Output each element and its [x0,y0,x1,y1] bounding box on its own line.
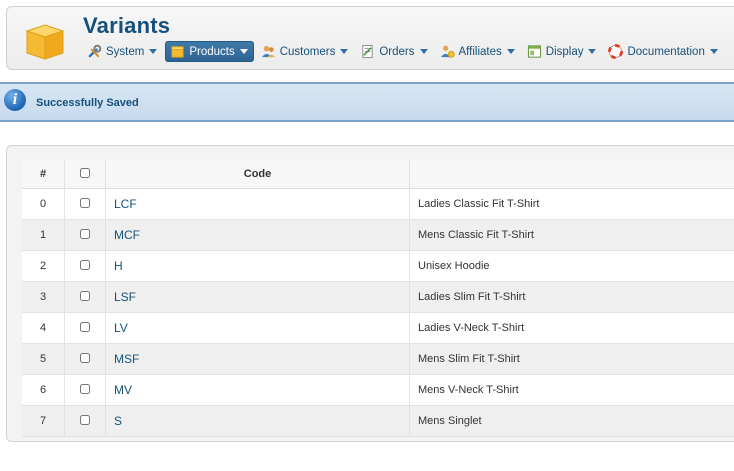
variant-code-link[interactable]: MV [114,383,132,397]
success-message-bar: i Successfully Saved [0,82,734,122]
description-cell: Ladies Slim Fit T-Shirt [410,282,734,313]
variants-panel: # Code 0 LCF Ladies Classic Fit T-Shirt … [6,145,734,442]
row-checkbox[interactable] [80,352,90,363]
menu-system-label: System [106,45,145,58]
variants-table: # Code 0 LCF Ladies Classic Fit T-Shirt … [22,160,734,437]
lifebuoy-icon [608,44,624,59]
row-number: 6 [22,375,65,406]
menu-display-label: Display [545,45,584,58]
row-select-cell [65,282,106,313]
table-row: 3 LSF Ladies Slim Fit T-Shirt [22,282,734,313]
table-row: 7 S Mens Singlet [22,406,734,437]
row-number: 2 [22,251,65,282]
success-message-text: Successfully Saved [36,97,139,109]
menu-products-label: Products [189,45,235,58]
code-cell: MV [106,375,410,406]
box-icon [25,24,65,60]
row-number: 4 [22,313,65,344]
row-checkbox[interactable] [80,414,90,425]
description-cell: Unisex Hoodie [410,251,734,282]
code-cell: H [106,251,410,282]
description-cell: Mens Singlet [410,406,734,437]
row-number: 3 [22,282,65,313]
table-row: 5 MSF Mens Slim Fit T-Shirt [22,344,734,375]
row-number: 0 [22,189,65,220]
description-cell: Mens Slim Fit T-Shirt [410,344,734,375]
chevron-down-icon [239,49,248,54]
row-select-cell [65,189,106,220]
row-select-cell [65,344,106,375]
chevron-down-icon [709,49,718,54]
menu-documentation-label: Documentation [627,45,705,58]
variant-code-link[interactable]: LSF [114,290,136,304]
column-header-num[interactable]: # [22,160,65,189]
code-cell: MCF [106,220,410,251]
people-icon [261,45,275,58]
chevron-down-icon [588,49,597,54]
menu-affiliates[interactable]: Affiliates [436,42,520,62]
description-cell: Mens Classic Fit T-Shirt [410,220,734,251]
row-checkbox[interactable] [80,290,90,301]
row-select-cell [65,406,106,437]
box-icon [171,46,184,58]
row-select-cell [65,313,106,344]
description-cell: Mens V-Neck T-Shirt [410,375,734,406]
row-checkbox[interactable] [80,383,90,394]
code-cell: MSF [106,344,410,375]
table-header-row: # Code [22,160,734,189]
table-row: 0 LCF Ladies Classic Fit T-Shirt [22,189,734,220]
row-select-cell [65,375,106,406]
affiliate-icon [440,45,455,58]
variant-code-link[interactable]: MSF [114,352,139,366]
row-number: 5 [22,344,65,375]
menu-orders[interactable]: Orders [356,42,432,62]
menu-customers-label: Customers [279,45,336,58]
code-cell: LV [106,313,410,344]
variant-code-link[interactable]: LCF [114,197,137,211]
menu-products[interactable]: Products [165,41,254,62]
row-number: 1 [22,220,65,251]
chevron-down-icon [506,49,515,54]
code-cell: S [106,406,410,437]
code-cell: LSF [106,282,410,313]
code-cell: LCF [106,189,410,220]
menu-system[interactable]: System [83,42,162,62]
row-select-cell [65,251,106,282]
select-all-checkbox[interactable] [80,168,90,178]
row-checkbox[interactable] [80,321,90,332]
wrench-icon [88,44,102,58]
variant-code-link[interactable]: LV [114,321,128,335]
display-icon [527,45,541,58]
info-icon: i [4,89,26,111]
row-checkbox[interactable] [80,197,90,208]
description-cell: Ladies V-Neck T-Shirt [410,313,734,344]
chevron-down-icon [149,49,158,54]
variant-code-link[interactable]: H [114,259,123,273]
header-panel: Variants System Products Customers Order… [6,6,734,70]
column-header-description [410,160,734,189]
menu-documentation[interactable]: Documentation [604,42,722,62]
chevron-down-icon [340,49,349,54]
menu-display[interactable]: Display [523,42,602,62]
description-cell: Ladies Classic Fit T-Shirt [410,189,734,220]
table-row: 4 LV Ladies V-Neck T-Shirt [22,313,734,344]
menu-affiliates-label: Affiliates [458,45,502,58]
row-select-cell [65,220,106,251]
document-icon [362,44,373,59]
column-header-code[interactable]: Code [106,160,410,189]
row-checkbox[interactable] [80,228,90,239]
table-row: 1 MCF Mens Classic Fit T-Shirt [22,220,734,251]
row-number: 7 [22,406,65,437]
page-title: Variants [83,13,171,38]
menu-orders-label: Orders [379,45,415,58]
variant-code-link[interactable]: MCF [114,228,140,242]
chevron-down-icon [419,49,428,54]
main-menu: System Products Customers Orders Affilia… [83,41,726,62]
menu-customers[interactable]: Customers [257,42,354,62]
table-row: 2 H Unisex Hoodie [22,251,734,282]
variant-code-link[interactable]: S [114,414,122,428]
table-row: 6 MV Mens V-Neck T-Shirt [22,375,734,406]
column-header-select [65,160,106,189]
row-checkbox[interactable] [80,259,90,270]
